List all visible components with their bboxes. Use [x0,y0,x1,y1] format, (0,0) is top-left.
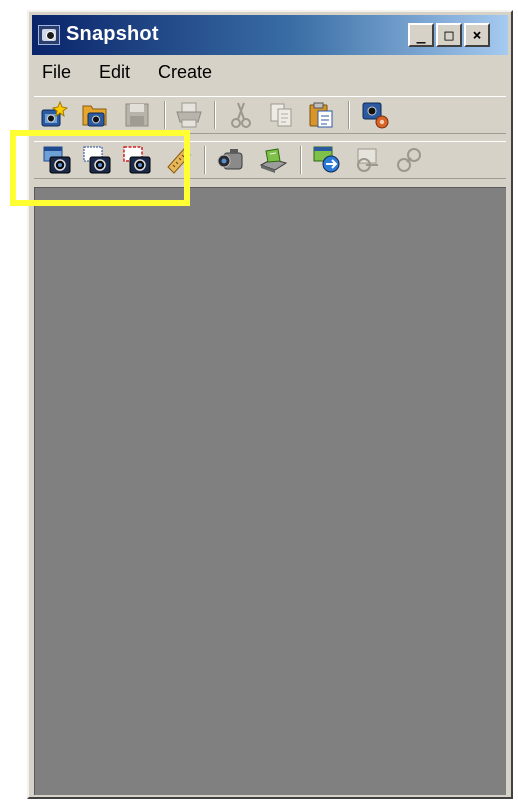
toolbar-separator [204,146,206,174]
export-icon[interactable] [312,145,342,175]
cut-icon[interactable] [226,100,256,130]
close-button[interactable]: × [464,23,490,47]
minimize-button[interactable]: _ [408,23,434,47]
camera-app-icon[interactable] [38,25,60,45]
unlink-icon[interactable] [394,145,424,175]
camcorder-icon[interactable] [216,145,246,175]
snapshot-window: Snapshot _ □ × File Edit Create [27,10,513,799]
print-icon[interactable] [174,100,204,130]
link-icon[interactable] [354,145,384,175]
menu-bar: File Edit Create [32,58,508,86]
window-title: Snapshot [66,23,159,45]
toolbar-separator [300,146,302,174]
canvas-area[interactable] [34,187,506,795]
menu-edit[interactable]: Edit [99,62,130,83]
highlight-box [10,130,190,206]
toolbar-separator [348,101,350,129]
new-icon[interactable] [38,100,68,130]
menu-file[interactable]: File [42,62,71,83]
toolbar-separator [164,101,166,129]
menu-create[interactable]: Create [158,62,212,83]
maximize-button[interactable]: □ [436,23,462,47]
capture-settings-icon[interactable] [360,100,390,130]
save-icon[interactable] [122,100,152,130]
paste-icon[interactable] [306,100,336,130]
toolbar-separator [214,101,216,129]
scanner-icon[interactable] [258,145,288,175]
open-icon[interactable] [80,100,110,130]
copy-icon[interactable] [266,100,296,130]
title-bar[interactable]: Snapshot _ □ × [32,15,508,55]
standard-toolbar [34,96,506,134]
